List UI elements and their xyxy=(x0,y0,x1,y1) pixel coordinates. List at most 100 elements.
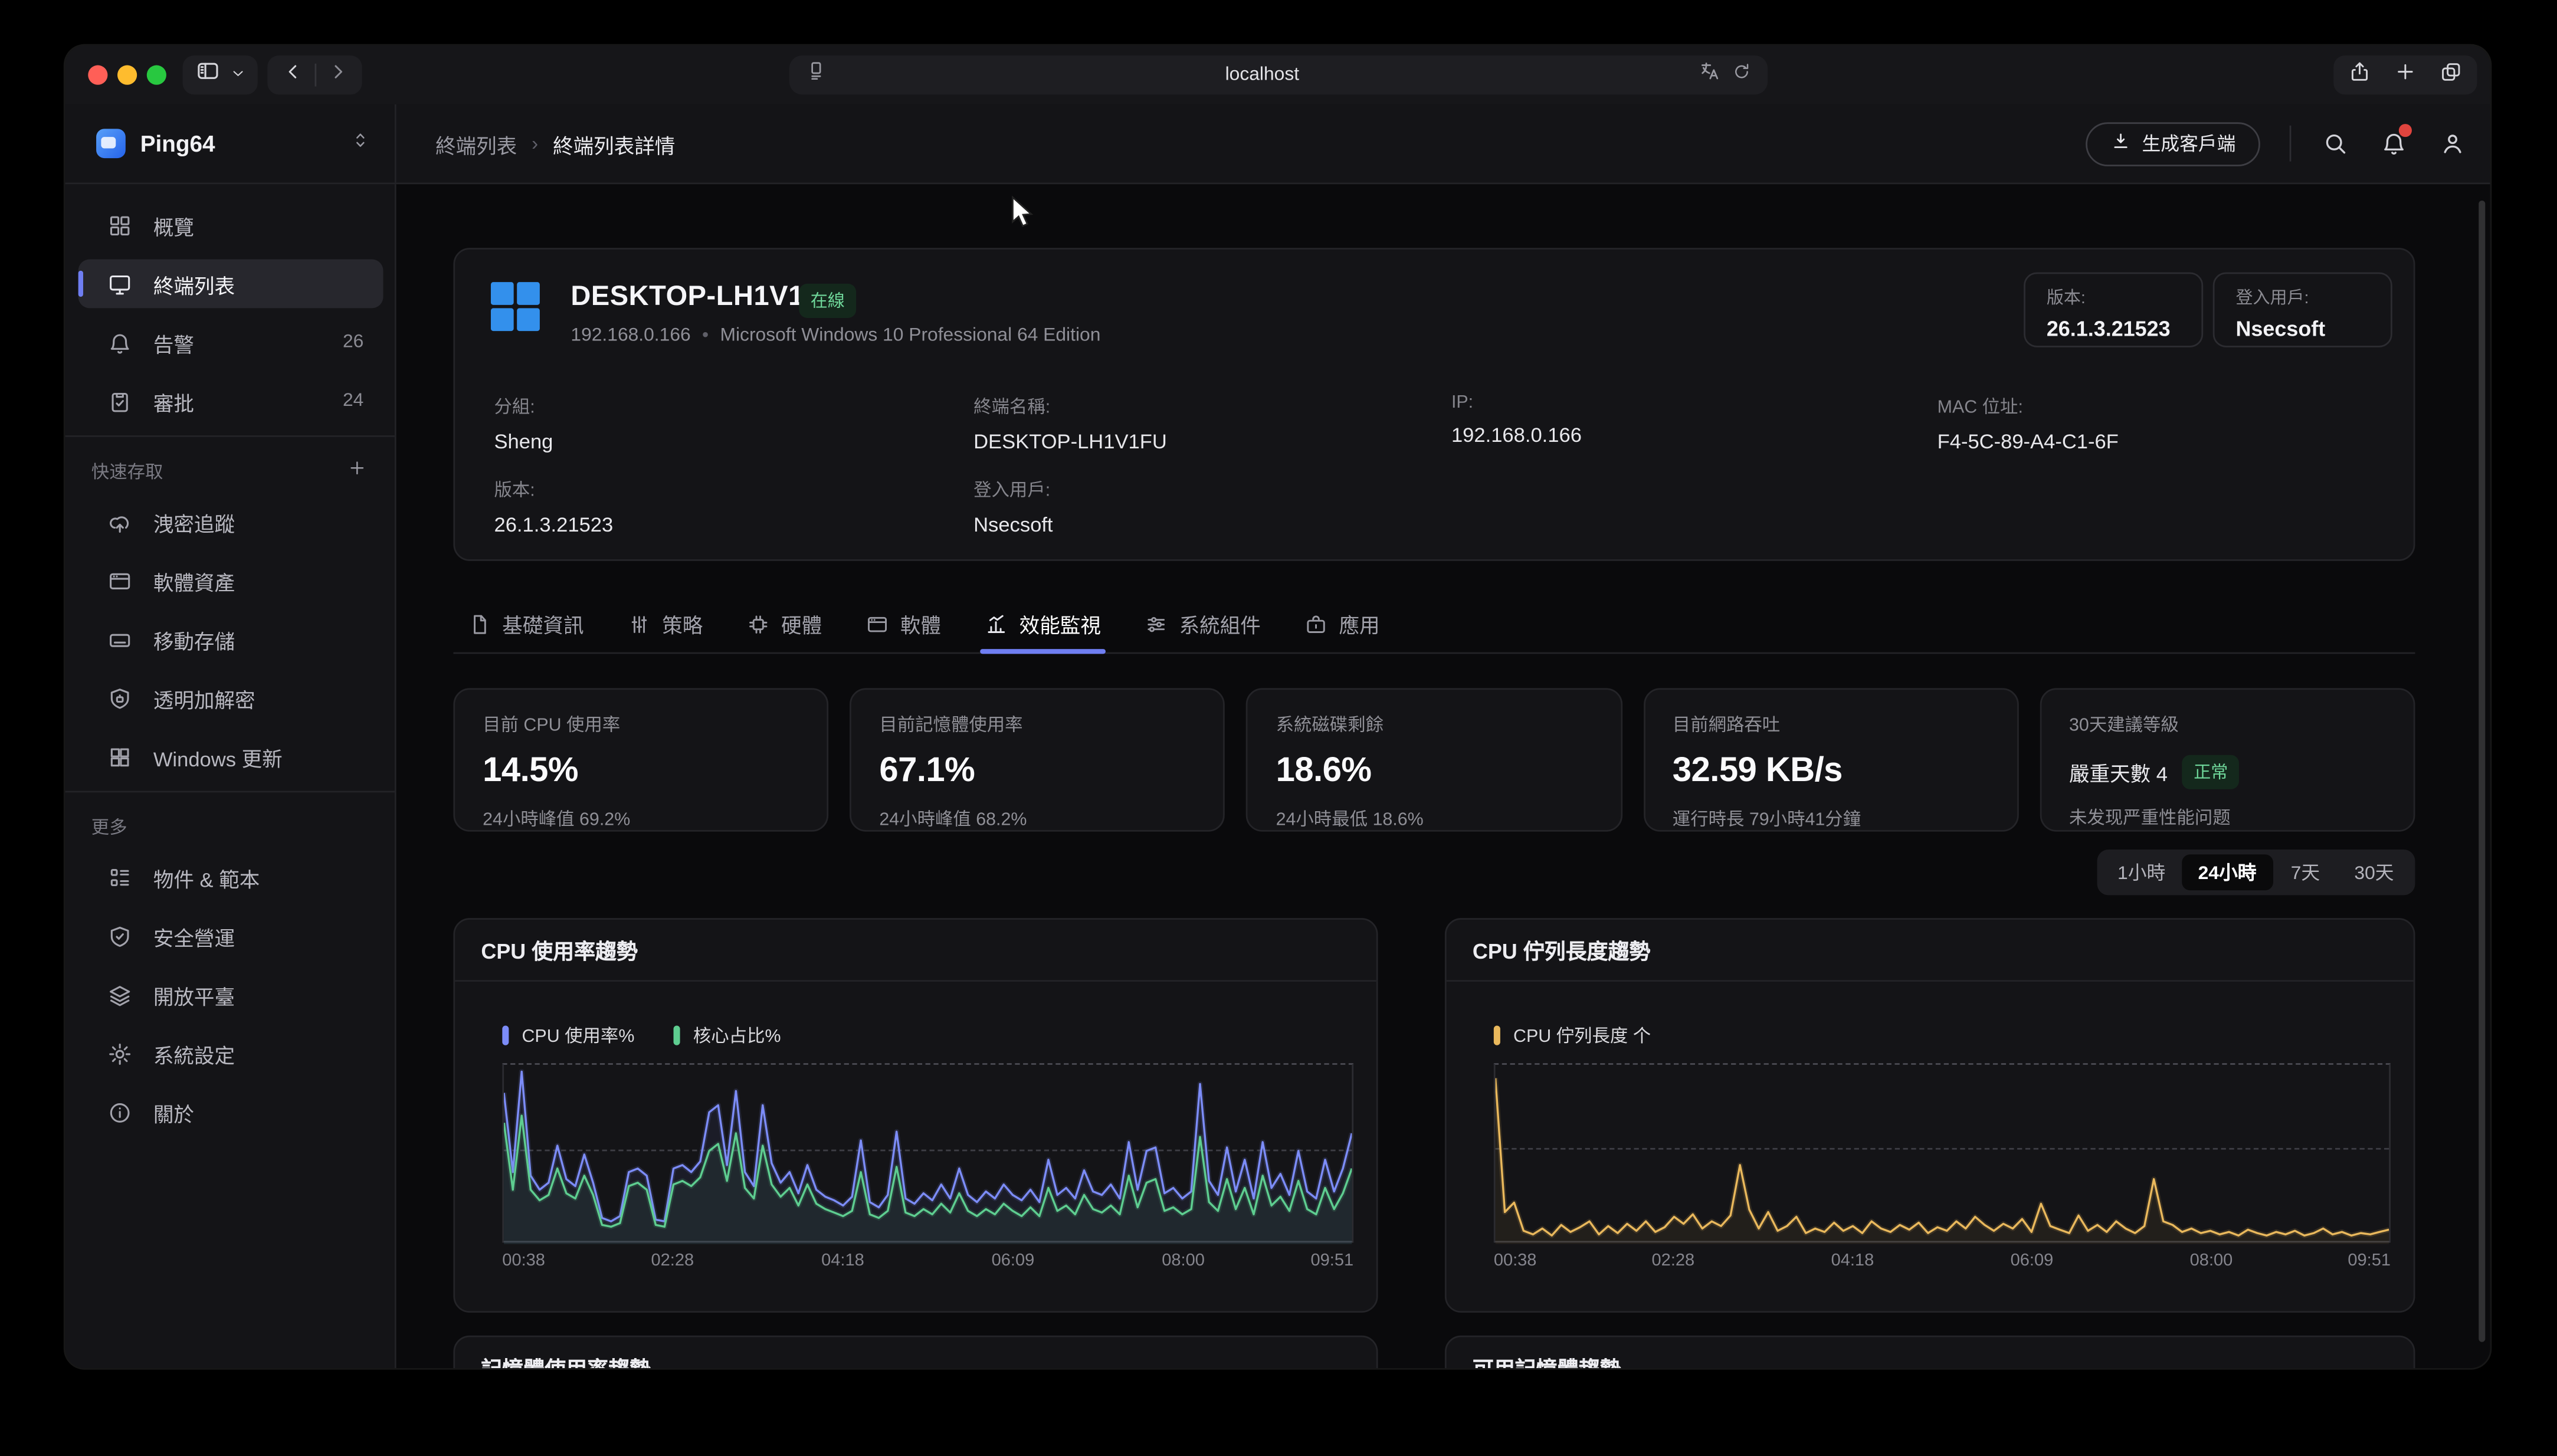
reload-icon[interactable] xyxy=(1731,60,1750,90)
online-status-badge: 在線 xyxy=(799,284,856,318)
user-avatar-icon[interactable] xyxy=(2438,129,2467,158)
url-text: localhost xyxy=(826,65,1699,85)
tab-components[interactable]: 系統組件 xyxy=(1145,595,1261,652)
sidebar-item-alerts[interactable]: 告警26 xyxy=(78,318,383,367)
sidebar-item-software-assets[interactable]: 軟體資產 xyxy=(78,556,383,605)
sidebar-item-security-ops[interactable]: 安全營運 xyxy=(78,911,383,960)
sidebar-item-objects-templates[interactable]: 物件 & 範本 xyxy=(78,853,383,902)
sidebar-item-transparent-encryption[interactable]: 透明加解密 xyxy=(78,674,383,723)
sidebar-item-leak-tracking[interactable]: 洩密追蹤 xyxy=(78,497,383,546)
chart-card-available-memory-trend: 可用記憶體趨勢 xyxy=(1445,1336,2415,1368)
search-icon xyxy=(2322,130,2348,156)
add-quick-access-button[interactable] xyxy=(348,457,367,486)
tab-software[interactable]: 軟體 xyxy=(866,595,941,652)
tab-overview-icon[interactable] xyxy=(2440,60,2463,91)
app-logo-icon xyxy=(96,129,126,158)
tab-hardware[interactable]: 硬體 xyxy=(747,595,822,652)
workspace-switcher-icon[interactable] xyxy=(350,129,370,158)
host-field: 版本:26.1.3.21523 xyxy=(494,476,613,536)
sidebar-toggle-icon[interactable] xyxy=(195,59,219,91)
chart-title: 可用記憶體趨勢 xyxy=(1473,1352,1621,1368)
header-divider xyxy=(2290,126,2292,162)
field-value: Sheng xyxy=(494,431,553,454)
legend-label: CPU 佇列長度 个 xyxy=(1513,1022,1651,1048)
tab-label: 應用 xyxy=(1339,608,1380,640)
breadcrumb-parent[interactable]: 終端列表 xyxy=(435,128,517,159)
range-option-7天[interactable]: 7天 xyxy=(2273,854,2338,890)
chevron-down-icon[interactable] xyxy=(229,60,245,90)
scale-wrapper: localhost Ping64 終端列表 › 終端列表詳情 xyxy=(0,0,2557,1456)
new-tab-icon[interactable] xyxy=(2394,60,2417,91)
sidebar-item-label: 終端列表 xyxy=(153,268,235,300)
range-option-24小時[interactable]: 24小時 xyxy=(2182,854,2273,890)
sidebar-item-overview[interactable]: 概覽 xyxy=(78,201,383,250)
sidebar-item-open-platform[interactable]: 開放平臺 xyxy=(78,970,383,1019)
briefcase-icon xyxy=(1304,612,1327,635)
sidebar-item-removable-storage[interactable]: 移動存儲 xyxy=(78,615,383,664)
user-icon xyxy=(2440,130,2466,156)
sidebar-item-about[interactable]: 關於 xyxy=(78,1088,383,1137)
plus-icon xyxy=(2394,60,2417,83)
chart-card-cpu-usage-trend: CPU 使用率趨勢CPU 使用率%核心占比%00:3802:2804:1806:… xyxy=(453,918,1378,1313)
tab-label: 硬體 xyxy=(781,608,822,640)
mouse-cursor xyxy=(1011,196,1041,228)
forward-button[interactable] xyxy=(316,60,358,91)
sidebar-item-terminal-list[interactable]: 終端列表 xyxy=(78,259,383,308)
tab-policy[interactable]: 策略 xyxy=(628,595,703,652)
notifications-bell-icon[interactable] xyxy=(2379,129,2409,158)
shield-check-icon xyxy=(107,924,132,948)
share-icon[interactable] xyxy=(2348,60,2371,91)
status-badge: 正常 xyxy=(2182,755,2240,789)
reader-icon[interactable] xyxy=(805,60,826,90)
sidebar-item-approvals[interactable]: 審批24 xyxy=(78,376,383,425)
back-button[interactable] xyxy=(271,60,314,91)
stat-value: 14.5% xyxy=(483,752,799,791)
chart-card-memory-usage-trend: 記憶體使用率趨勢 xyxy=(453,1336,1378,1368)
minimize-window-button[interactable] xyxy=(117,65,137,85)
x-tick-label: 00:38 xyxy=(1494,1251,1537,1270)
x-tick-label: 08:00 xyxy=(2190,1251,2233,1270)
chart-header: CPU 使用率趨勢 xyxy=(455,920,1376,982)
chart-title: CPU 使用率趨勢 xyxy=(481,934,638,966)
legend-item[interactable]: 核心占比% xyxy=(674,1022,781,1048)
chevron-down-icon xyxy=(229,65,245,82)
x-tick-label: 08:00 xyxy=(1162,1251,1205,1270)
legend-label: 核心占比% xyxy=(693,1022,781,1048)
chart-legend: CPU 佇列長度 个 xyxy=(1494,1026,2391,1045)
reload-icon xyxy=(1731,62,1750,81)
share-icon xyxy=(2348,60,2371,83)
field-label: 分組: xyxy=(494,393,553,419)
tab-label: 效能監視 xyxy=(1019,608,1101,640)
translate-icon[interactable] xyxy=(1699,60,1720,90)
tab-apps[interactable]: 應用 xyxy=(1304,595,1379,652)
bell-icon xyxy=(107,330,132,355)
range-option-1小時[interactable]: 1小時 xyxy=(2101,854,2182,890)
monitor-icon xyxy=(107,271,132,296)
tab-performance[interactable]: 效能監視 xyxy=(985,595,1101,652)
history-nav-group xyxy=(267,55,362,94)
sidebar-item-label: 透明加解密 xyxy=(153,683,255,714)
tab-basic-info[interactable]: 基礎資訊 xyxy=(468,595,583,652)
generate-client-button[interactable]: 生成客戶端 xyxy=(2085,122,2260,166)
tab-actions-group xyxy=(2333,55,2477,94)
stat-value: 18.6% xyxy=(1276,752,1593,791)
chart-legend: CPU 使用率%核心占比% xyxy=(502,1026,1353,1045)
chart-plot xyxy=(1494,1063,2391,1242)
chart-header: 可用記憶體趨勢 xyxy=(1447,1337,2414,1368)
url-bar[interactable]: localhost xyxy=(788,55,1766,94)
sidebar-item-windows-update[interactable]: Windows 更新 xyxy=(78,732,383,781)
close-window-button[interactable] xyxy=(88,65,107,85)
app-top-row: Ping64 終端列表 › 終端列表詳情 生成客戶端 xyxy=(65,104,2490,184)
legend-item[interactable]: CPU 使用率% xyxy=(502,1022,634,1048)
zoom-window-button[interactable] xyxy=(147,65,166,85)
file-icon xyxy=(468,612,491,635)
search-icon[interactable] xyxy=(2320,129,2350,158)
chip-icon xyxy=(747,612,770,635)
sidebar-item-system-settings[interactable]: 系統設定 xyxy=(78,1029,383,1078)
range-option-30天[interactable]: 30天 xyxy=(2338,854,2410,890)
brand-area[interactable]: Ping64 xyxy=(65,104,396,183)
legend-item[interactable]: CPU 佇列長度 个 xyxy=(1494,1022,1651,1048)
field-label: 登入用戶: xyxy=(973,476,1053,502)
page-scrollbar[interactable] xyxy=(2479,201,2485,1342)
app-window-icon xyxy=(866,612,889,635)
